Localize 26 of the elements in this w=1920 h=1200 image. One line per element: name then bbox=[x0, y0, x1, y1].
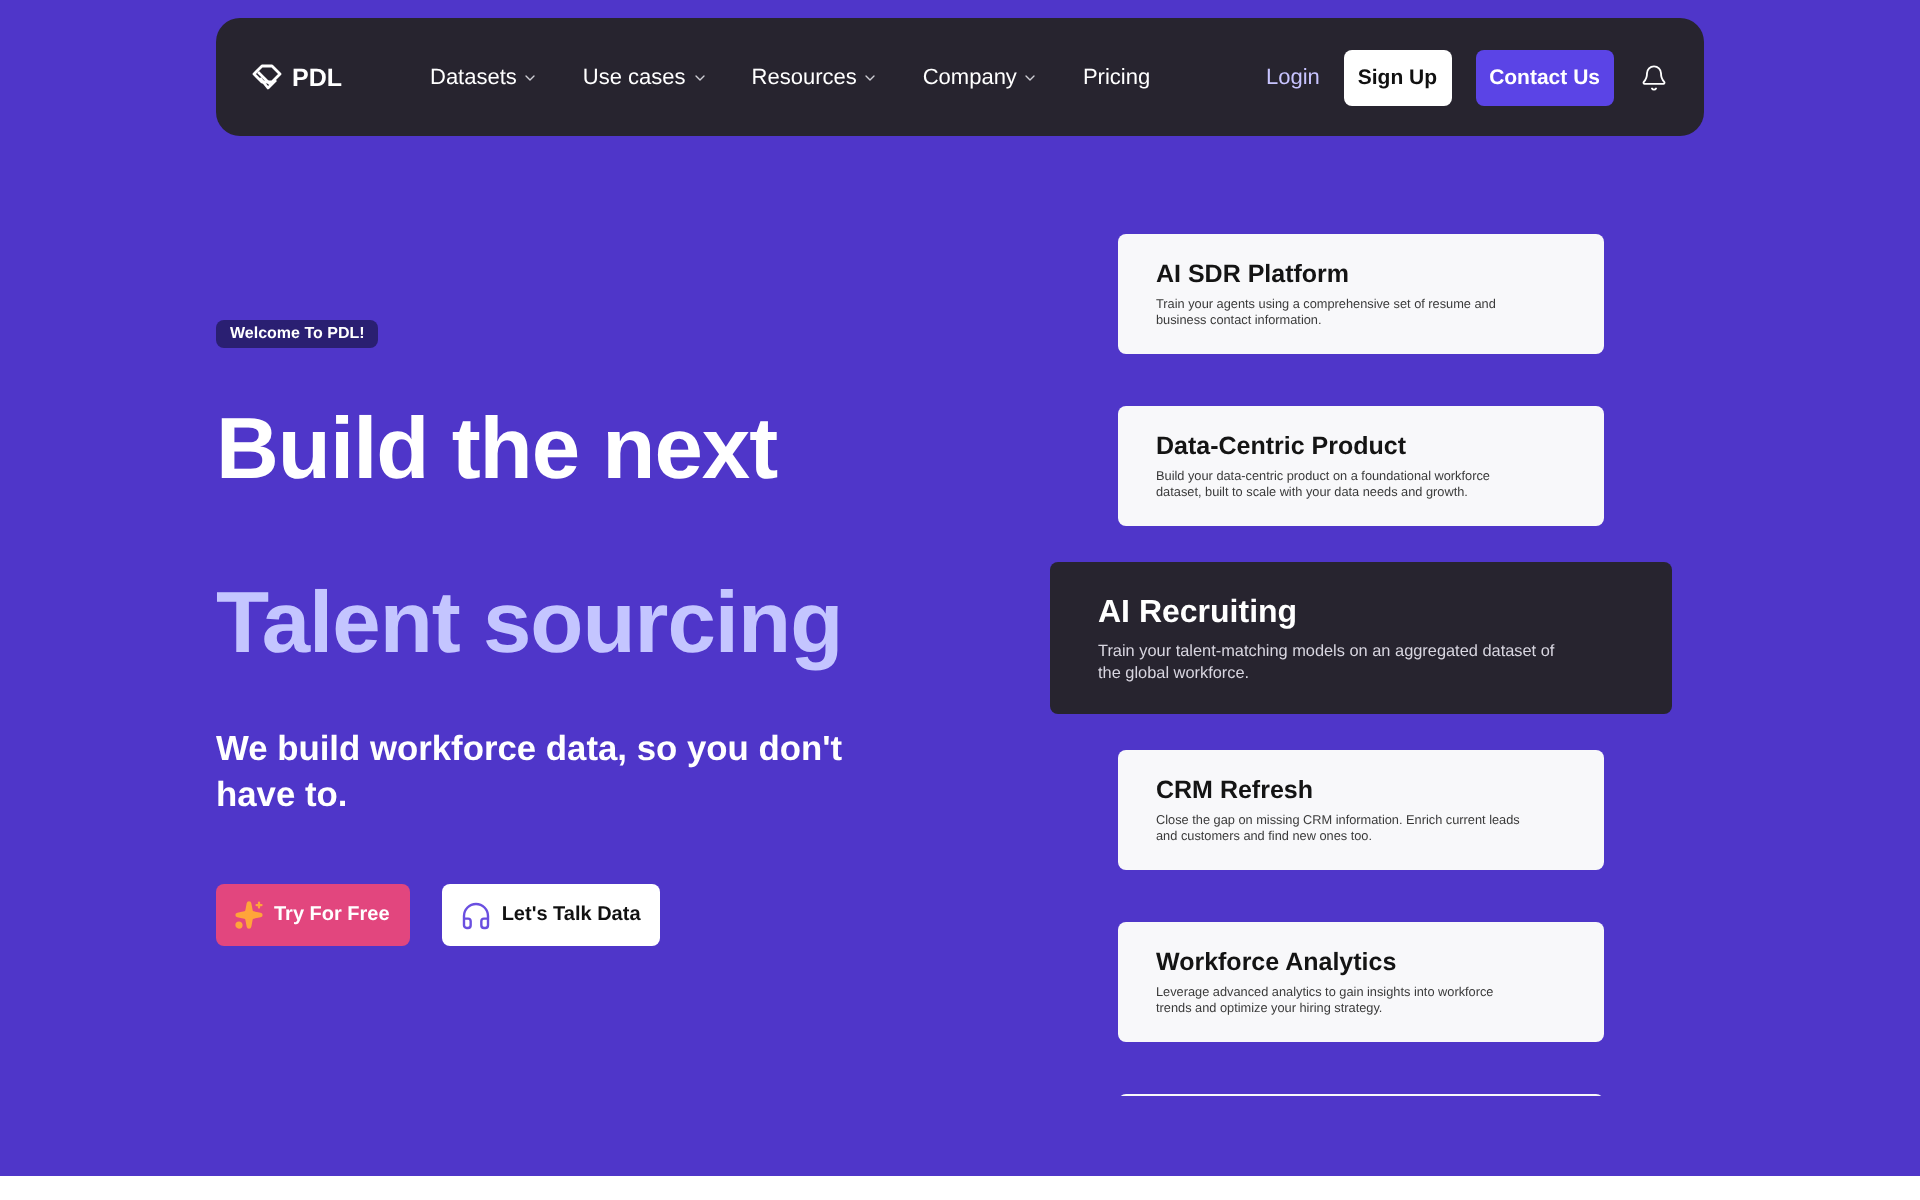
card-title: AI Recruiting bbox=[1098, 594, 1300, 634]
contact-us-button[interactable]: Contact Us bbox=[1475, 49, 1614, 105]
sparkles-icon bbox=[234, 900, 264, 930]
nav-link[interactable]: Company bbox=[922, 65, 1039, 89]
talk-data-button[interactable]: Let's Talk Data bbox=[441, 884, 661, 946]
headphones-icon bbox=[459, 899, 492, 931]
notification-bell-icon[interactable] bbox=[1640, 63, 1668, 91]
card-title: Workforce Analytics bbox=[1156, 948, 1399, 978]
use-case-card[interactable]: AI Recruiting Train your talent-matching models on an aggregated dataset of the global workforce. bbox=[1050, 562, 1672, 714]
nav-link[interactable]: Use cases bbox=[582, 65, 708, 89]
card-description: Train your talent-matching models on an aggregated dataset of the global workforce. bbox=[1098, 640, 1557, 684]
sign-up-button[interactable]: Sign Up bbox=[1343, 49, 1452, 105]
logo-text: PDL bbox=[292, 63, 342, 91]
nav-link[interactable]: Resources bbox=[751, 65, 879, 89]
hero-rotating-text: Talent sourcing bbox=[216, 576, 843, 672]
hero-subtitle: We build workforce data, so you don't have to. bbox=[216, 726, 845, 818]
nav-link[interactable]: Datasets bbox=[430, 65, 539, 89]
card-title: AI SDR Platform bbox=[1156, 260, 1352, 290]
hero-headline: Build the next bbox=[216, 402, 778, 498]
try-for-free-button[interactable]: Try For Free bbox=[216, 884, 410, 946]
nav-link[interactable]: Pricing bbox=[1082, 65, 1151, 89]
card-title: CRM Refresh bbox=[1156, 776, 1315, 806]
logo-icon bbox=[252, 64, 282, 90]
login-link[interactable]: Login bbox=[1265, 65, 1320, 89]
card-title: Data-Centric Product bbox=[1156, 432, 1409, 462]
welcome-badge: Welcome To PDL! bbox=[216, 320, 379, 348]
